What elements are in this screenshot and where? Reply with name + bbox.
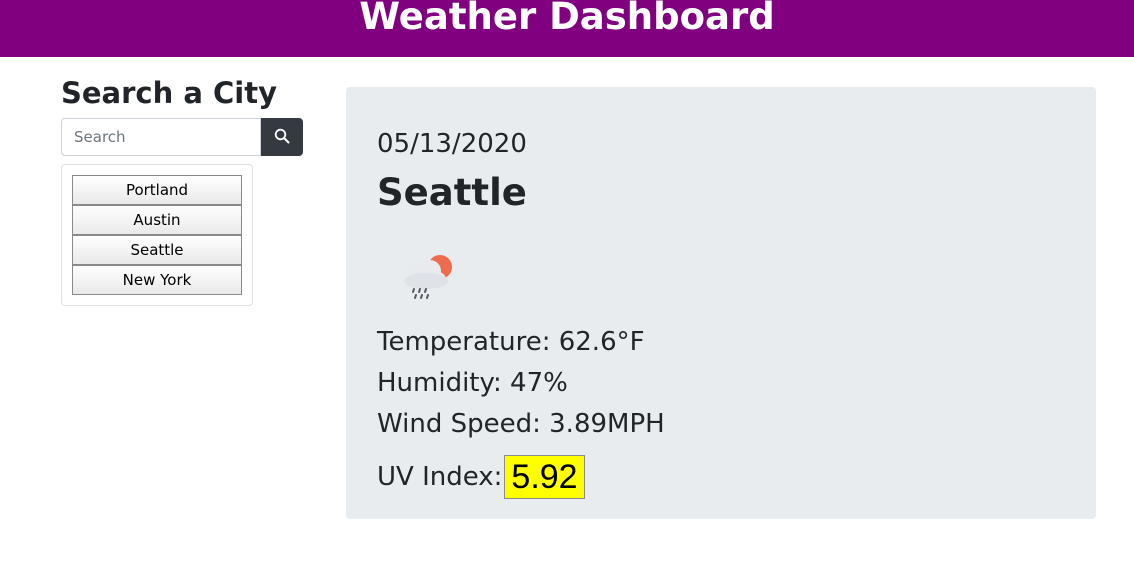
city-name: Seattle: [377, 171, 527, 214]
forecast-date: 05/13/2020: [377, 129, 527, 159]
cloud-rain-sun-icon: [396, 243, 466, 313]
header-bar: Weather Dashboard: [0, 0, 1134, 57]
city-button-seattle[interactable]: Seattle: [72, 235, 242, 265]
city-history-list: Portland Austin Seattle New York: [61, 164, 253, 306]
uv-index-label: UV Index:: [377, 462, 503, 492]
page-title: Weather Dashboard: [359, 0, 775, 38]
humidity-text: Humidity: 47%: [377, 368, 568, 398]
wind-speed-text: Wind Speed: 3.89MPH: [377, 409, 665, 439]
city-button-new-york[interactable]: New York: [72, 265, 242, 295]
current-weather-card: 05/13/2020 Seattle Temperature: 62.6°F H…: [346, 87, 1096, 519]
search-icon: [274, 128, 290, 147]
city-button-portland[interactable]: Portland: [72, 175, 242, 205]
search-input[interactable]: [61, 118, 261, 156]
city-button-austin[interactable]: Austin: [72, 205, 242, 235]
temperature-text: Temperature: 62.6°F: [377, 327, 645, 357]
uv-index-badge: 5.92: [504, 455, 585, 499]
uv-index-row: UV Index: 5.92: [377, 455, 585, 499]
search-button[interactable]: [261, 118, 303, 156]
search-title: Search a City: [61, 76, 278, 110]
